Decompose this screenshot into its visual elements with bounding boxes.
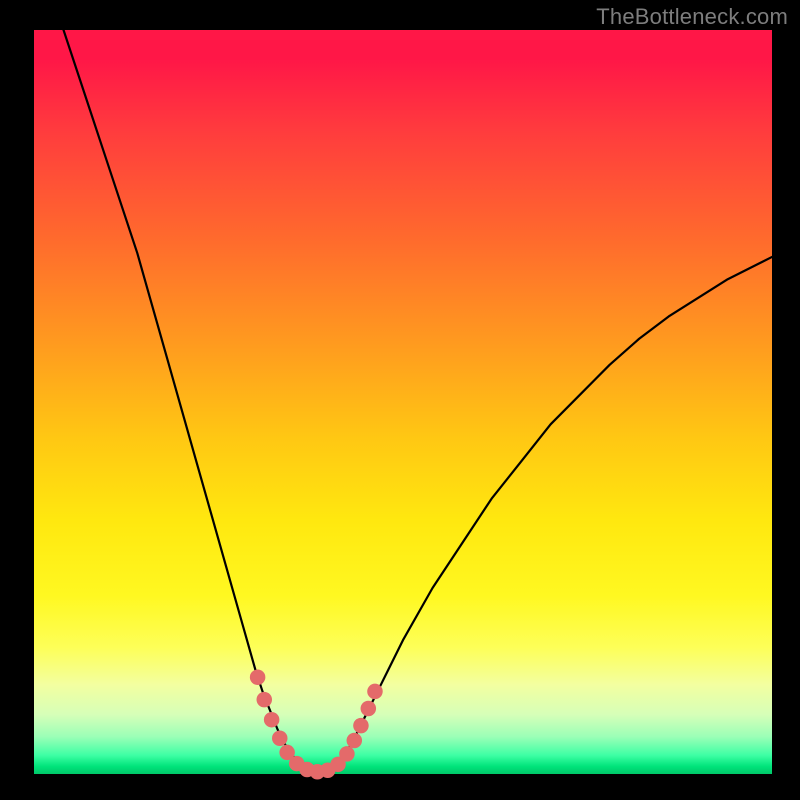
highlight-markers: [250, 670, 383, 780]
curve-layer: [34, 30, 772, 774]
chart-frame: TheBottleneck.com: [0, 0, 800, 800]
highlight-dot: [367, 684, 383, 700]
highlight-dot: [264, 712, 280, 728]
plot-area: [34, 30, 772, 774]
highlight-dot: [250, 670, 265, 686]
highlight-dot: [272, 731, 288, 747]
highlight-dot: [361, 701, 377, 717]
highlight-dot: [339, 746, 355, 762]
bottleneck-curve: [64, 30, 772, 772]
highlight-dot: [353, 718, 369, 734]
highlight-dot: [347, 733, 363, 749]
highlight-dot: [257, 692, 273, 708]
watermark-text: TheBottleneck.com: [596, 4, 788, 30]
